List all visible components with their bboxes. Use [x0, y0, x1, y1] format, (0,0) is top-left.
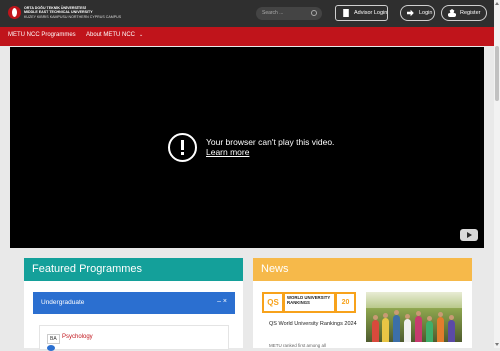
student-figure	[415, 311, 422, 342]
scroll-up-icon[interactable]	[495, 2, 499, 5]
programme-list: BA Psychology	[39, 325, 229, 351]
featured-programmes-card: Featured Programmes Undergraduate – × BA…	[24, 258, 243, 351]
nav-item-about-label: About METU NCC	[86, 32, 136, 38]
qs-banner-text: WORLD UNIVERSITY RANKINGS	[285, 294, 334, 311]
student-figure	[372, 315, 379, 342]
student-figure	[404, 314, 411, 342]
qs-rankings-image[interactable]: QS WORLD UNIVERSITY RANKINGS 20	[262, 292, 356, 313]
learn-more-link[interactable]: Learn more	[206, 147, 334, 157]
students-photo[interactable]	[366, 292, 462, 342]
search-icon[interactable]	[311, 10, 317, 16]
video-player[interactable]: Your browser can't play this video. Lear…	[10, 47, 484, 248]
panel-controls-icon[interactable]: – ×	[217, 298, 227, 305]
nav-item-about[interactable]: About METU NCC ⌄	[86, 32, 143, 38]
degree-badge: BA	[47, 334, 60, 344]
photo-background	[366, 292, 462, 308]
scroll-thumb[interactable]	[495, 46, 499, 101]
student-figure	[448, 315, 455, 342]
sign-in-icon	[407, 9, 414, 17]
top-header: ORTA DOĞU TEKNİK ÜNİVERSİTESİ MIDDLE EAS…	[0, 0, 500, 27]
student-figure	[437, 312, 444, 342]
news-title: News	[253, 258, 472, 281]
register-button[interactable]: Register	[441, 5, 487, 21]
student-figure	[393, 310, 400, 342]
login-label: Login	[419, 10, 433, 16]
video-error-message: Your browser can't play this video. Lear…	[206, 137, 334, 157]
search-input[interactable]: Search ...	[256, 7, 322, 20]
document-icon	[343, 9, 349, 17]
student-figure	[382, 313, 389, 342]
youtube-icon[interactable]	[460, 229, 478, 241]
news-item-title[interactable]: QS World University Rankings 2024	[269, 321, 359, 328]
video-error-title: Your browser can't play this video.	[206, 137, 335, 147]
featured-programmes-title: Featured Programmes	[24, 258, 243, 281]
register-label: Register	[460, 10, 481, 16]
search-placeholder: Search ...	[262, 10, 284, 16]
university-name[interactable]: ORTA DOĞU TEKNİK ÜNİVERSİTESİ MIDDLE EAS…	[24, 6, 121, 19]
undergraduate-label: Undergraduate	[41, 299, 85, 306]
advisor-login-button[interactable]: Advisor Login	[335, 5, 388, 21]
scroll-down-icon[interactable]	[495, 343, 499, 346]
error-icon	[168, 133, 197, 162]
main-nav: METU NCC Programmes About METU NCC ⌄	[0, 27, 494, 46]
qs-year-badge: 20	[337, 294, 354, 311]
programme-link[interactable]: Psychology	[62, 334, 93, 340]
metu-logo-icon[interactable]	[8, 6, 21, 19]
news-card: News QS WORLD UNIVERSITY RANKINGS 20 QS …	[253, 258, 472, 348]
chevron-down-icon: ⌄	[139, 32, 144, 38]
list-item-icon	[47, 345, 55, 351]
login-button[interactable]: Login	[400, 5, 435, 21]
undergraduate-panel-header[interactable]: Undergraduate – ×	[33, 292, 235, 314]
news-item-description: METU ranked first among all	[269, 343, 327, 348]
student-figure	[426, 316, 433, 342]
advisor-login-label: Advisor Login	[354, 10, 388, 16]
logo-line-3: KUZEY KIBRIS KAMPUSU NORTHERN CYPRUS CAM…	[24, 14, 122, 19]
page-scrollbar[interactable]	[494, 0, 500, 348]
nav-item-programmes[interactable]: METU NCC Programmes	[8, 32, 76, 38]
add-user-icon	[448, 9, 456, 17]
qs-logo: QS	[264, 294, 282, 311]
